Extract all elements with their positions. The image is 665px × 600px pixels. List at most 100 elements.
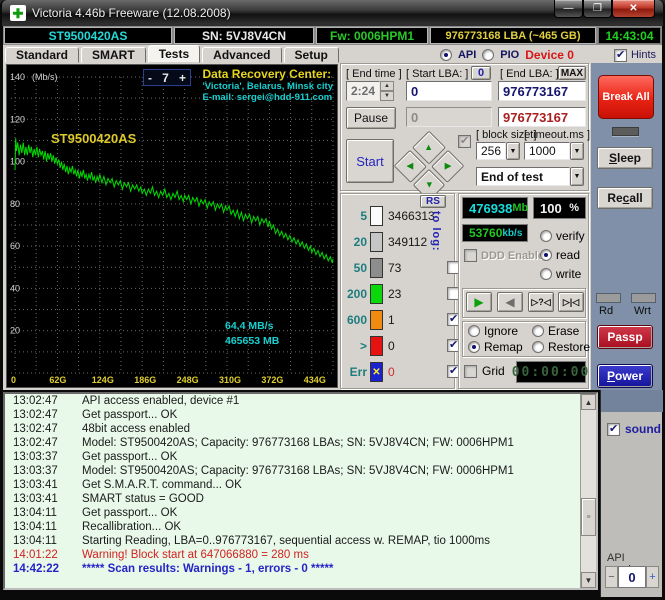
start-button[interactable]: Start <box>346 139 394 183</box>
end-action-select[interactable]: End of test <box>476 167 570 186</box>
activity-led <box>612 127 639 136</box>
max-lba-button[interactable]: MAX <box>558 66 586 80</box>
tab-advanced[interactable]: Advanced <box>202 47 282 63</box>
histogram-bucket-count: 23 <box>388 287 402 301</box>
log-message: Get passport... OK <box>82 409 178 421</box>
histogram-bucket-swatch <box>370 232 383 252</box>
scroll-down-button[interactable]: ▼ <box>581 572 596 588</box>
api-number-plus-button[interactable]: + <box>646 566 659 588</box>
action-remap-radio[interactable] <box>468 341 480 353</box>
mode-write-radio[interactable] <box>540 268 552 280</box>
end-time-value: 2:24 <box>346 81 381 101</box>
mode-verify-radio[interactable] <box>540 230 552 242</box>
app-icon: ✚ <box>10 5 26 21</box>
api-number-value: 0 <box>618 566 646 588</box>
tab-smart[interactable]: SMART <box>81 47 146 63</box>
action-ignore-radio[interactable] <box>468 325 480 337</box>
sound-checkbox[interactable] <box>607 422 620 436</box>
histogram-bucket-label: 50 <box>353 261 367 275</box>
power-button[interactable]: Power <box>597 364 653 388</box>
tab-tests[interactable]: Tests <box>147 45 201 63</box>
end-time-spinner[interactable]: ▲ ▼ <box>380 81 394 101</box>
graph-zoom-plus-button[interactable]: + <box>179 71 186 85</box>
passport-button[interactable]: Passp <box>597 325 653 349</box>
event-log[interactable]: 13:02:47 API access enabled, device #1 13:… <box>3 392 598 590</box>
scroll-thumb[interactable]: ≡ <box>581 498 596 536</box>
percent-lcd: 100 % <box>533 197 586 219</box>
log-message: SMART status = GOOD <box>82 493 204 505</box>
grid-checkbox[interactable] <box>464 364 477 378</box>
maximize-button[interactable]: ❐ <box>583 0 612 18</box>
banner-text: Data Recovery Center: 'Victoria', Belaru… <box>202 67 333 103</box>
grid-label: Grid <box>482 364 505 378</box>
log-message: API access enabled, device #1 <box>82 395 240 407</box>
action-ignore-label: Ignore <box>484 324 519 338</box>
timeout-select[interactable]: 1000 <box>524 142 570 160</box>
end-lba-input[interactable]: 976773167 <box>498 81 586 101</box>
log-message: Get passport... OK <box>82 507 178 519</box>
end-lba-label: [ End LBA: ] <box>500 68 559 80</box>
clock: 14:43:04 <box>598 27 661 44</box>
action-erase-radio[interactable] <box>532 325 544 337</box>
break-all-button[interactable]: Break All <box>598 75 654 119</box>
svg-text:120: 120 <box>10 114 25 124</box>
log-message: 48bit access enabled <box>82 423 191 435</box>
start-lba-input[interactable]: 0 <box>406 81 492 101</box>
log-scrollbar[interactable]: ▲ ≡ ▼ <box>580 394 596 588</box>
close-button[interactable]: ✕ <box>612 0 655 18</box>
seek-error-button[interactable]: ▷?◁ <box>528 292 554 312</box>
graph-zoom-minus-button[interactable]: - <box>148 71 152 85</box>
api-radio-label: API <box>457 49 477 61</box>
percent-unit: % <box>569 202 579 214</box>
scroll-up-button[interactable]: ▲ <box>581 394 596 410</box>
log-message: Model: ST9500420AS; Capacity: 976773168 … <box>82 437 514 449</box>
pause-button[interactable]: Pause <box>346 107 396 129</box>
log-line: 13:03:37 Model: ST9500420AS; Capacity: 97… <box>5 464 596 478</box>
api-number-minus-button[interactable]: − <box>605 566 618 588</box>
tests-tab-content: 140 120 100 80 60 40 20 (Mb/s) 0 62G 124G 186G 248G 3… <box>3 63 662 390</box>
zero-lba-button[interactable]: 0 <box>471 66 491 80</box>
hints-checkbox[interactable] <box>613 48 627 62</box>
start-button-label: Start <box>356 153 384 169</box>
banner-line3: E-mail: sergei@hdd-911.com <box>202 92 333 103</box>
play-button[interactable]: ▶ <box>466 292 492 312</box>
step-button[interactable]: ▷|◁ <box>558 292 584 312</box>
block-size-dropdown-arrow[interactable]: ▼ <box>506 142 520 160</box>
graph-model-label: ST9500420AS <box>51 131 137 146</box>
graph-scanned-size: 465653 MB <box>225 335 280 347</box>
ddd-enable-checkbox[interactable] <box>464 249 477 262</box>
svg-text:(Mb/s): (Mb/s) <box>32 72 58 82</box>
api-radio[interactable] <box>439 49 452 61</box>
histogram-bucket-label: 20 <box>353 235 367 249</box>
histogram-bucket-swatch <box>370 310 383 330</box>
action-restore-radio[interactable] <box>532 341 544 353</box>
title-bar[interactable]: ✚ Victoria 4.46b Freeware (12.08.2008) —… <box>2 0 663 26</box>
svg-text:100: 100 <box>10 157 25 167</box>
histogram-bucket-count: 0 <box>388 339 395 353</box>
tab-setup[interactable]: Setup <box>283 47 339 63</box>
drive-serial: SN: 5VJ8V4CN <box>174 27 314 44</box>
log-timestamp: 13:02:47 <box>13 395 58 407</box>
log-timestamp: 13:02:47 <box>13 437 58 449</box>
sound-label: sound <box>625 422 661 436</box>
svg-text:372G: 372G <box>261 375 283 385</box>
minimize-button[interactable]: — <box>554 0 583 18</box>
histogram-bucket-label: Err <box>349 365 367 379</box>
mode-read-radio[interactable] <box>540 249 552 261</box>
seek-pad-checkbox[interactable] <box>458 134 471 148</box>
histogram-bucket-swatch <box>370 258 383 278</box>
svg-text:140: 140 <box>10 72 25 82</box>
current-lba-display: 0 <box>406 107 492 127</box>
block-size-select[interactable]: 256 <box>476 142 507 160</box>
end-action-dropdown-arrow[interactable]: ▼ <box>570 167 584 186</box>
log-timestamp: 13:03:37 <box>13 451 58 463</box>
recall-button[interactable]: Re c all <box>597 187 653 209</box>
tab-standard[interactable]: Standard <box>5 47 80 63</box>
back-button[interactable]: ◀ <box>497 292 523 312</box>
action-restore-label: Restore <box>548 340 591 354</box>
log-message: Model: ST9500420AS; Capacity: 976773168 … <box>82 465 514 477</box>
timeout-dropdown-arrow[interactable]: ▼ <box>570 142 584 160</box>
sleep-button[interactable]: Sleep <box>597 147 653 169</box>
tab-bar: Standard SMART Tests Advanced Setup API … <box>3 45 662 63</box>
pio-radio[interactable] <box>482 49 495 61</box>
